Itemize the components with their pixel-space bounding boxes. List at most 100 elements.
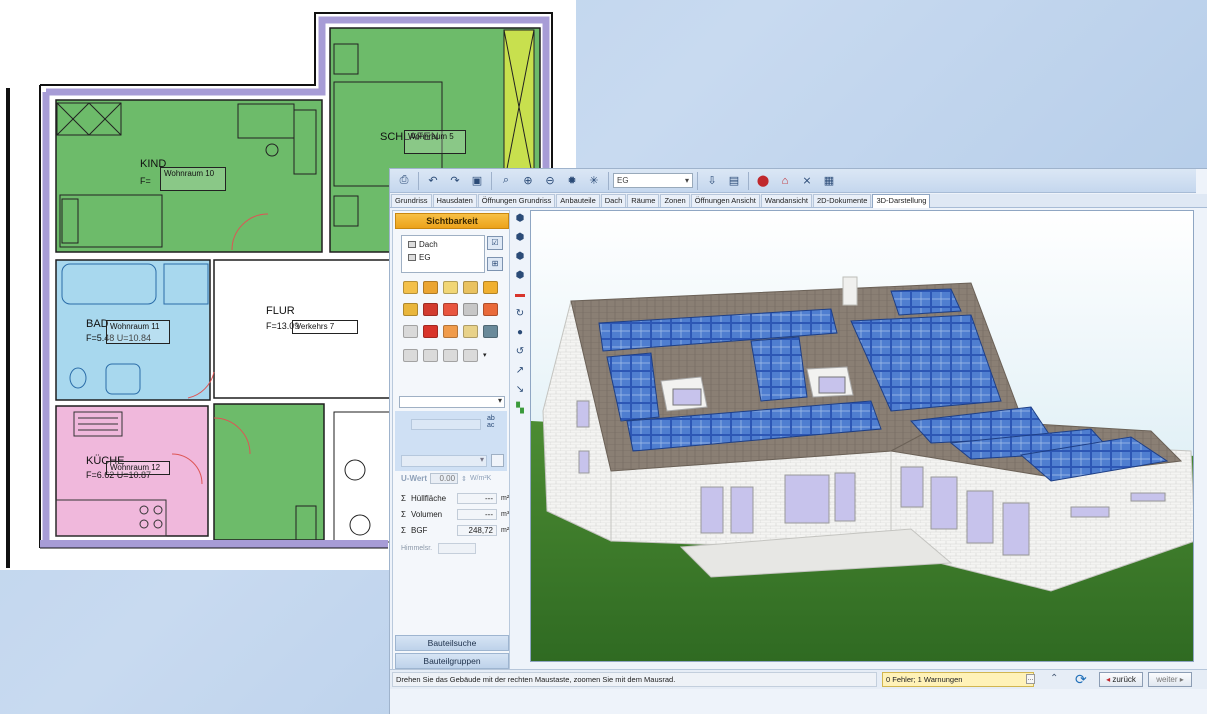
refresh-icon[interactable]: ⟳ xyxy=(1075,671,1087,688)
rotate-back-icon[interactable]: ↺ xyxy=(514,345,527,358)
component-name-field[interactable] xyxy=(411,419,481,430)
box-1-icon[interactable] xyxy=(403,349,418,362)
roof-material-icon[interactable] xyxy=(483,281,498,294)
stop-icon[interactable]: ⬤ xyxy=(753,171,773,191)
sum-bgf: Σ BGF 248,72 m² xyxy=(401,525,509,536)
window-icon[interactable] xyxy=(443,303,458,316)
zoom-out-icon[interactable]: ⊖ xyxy=(540,171,560,191)
cube-view-4-icon[interactable]: ⬢ xyxy=(514,269,527,282)
tab-oeffnungen-grundriss[interactable]: Öffnungen Grundriss xyxy=(477,194,556,207)
sun-icon[interactable]: ✹ xyxy=(562,171,582,191)
sichtbarkeit-button[interactable]: Sichtbarkeit xyxy=(395,213,509,229)
rotate-icon[interactable]: ↻ xyxy=(514,307,527,320)
door-icon[interactable] xyxy=(423,303,438,316)
sigma-icon: Σ xyxy=(401,510,406,519)
tab-anbauteile[interactable]: Anbauteile xyxy=(556,194,600,207)
ac-label: ac xyxy=(487,422,495,429)
ceiling-icon[interactable] xyxy=(463,281,478,294)
stairs-icon[interactable] xyxy=(483,303,498,316)
ab-swap-icon[interactable]: ab ac xyxy=(487,415,495,429)
sigma-icon: Σ xyxy=(401,494,406,503)
tab-grundriss[interactable]: Grundriss xyxy=(391,194,432,207)
room-tag-kind[interactable]: Wohnraum 10 xyxy=(160,167,226,191)
cube-view-1-icon[interactable]: ⬢ xyxy=(514,212,527,225)
level-select[interactable]: EG xyxy=(613,173,693,188)
sum-huellflaeche: Σ Hüllfläche --- m² xyxy=(401,493,509,504)
stop-circle-icon[interactable]: ● xyxy=(514,326,527,339)
opening-icon[interactable] xyxy=(423,325,438,338)
u-wert-stepper-icon[interactable]: ⇕ xyxy=(461,475,467,483)
bauteilsuche-button[interactable]: Bauteilsuche xyxy=(395,635,509,651)
import-icon[interactable]: ⇩ xyxy=(702,171,722,191)
component-dropdown[interactable] xyxy=(399,396,505,408)
terrain-icon[interactable] xyxy=(463,325,478,338)
subtype-dropdown[interactable] xyxy=(401,455,487,467)
view-icon[interactable]: ▣ xyxy=(467,171,487,191)
himmelsrichtung-field[interactable] xyxy=(438,543,477,554)
u-wert-field[interactable]: 0.00 xyxy=(430,473,459,484)
himmelsrichtung-row: Himmelsr. xyxy=(401,543,477,554)
sum-value: 248,72 xyxy=(457,525,497,536)
folder-icon[interactable]: ▤ xyxy=(724,171,744,191)
bauteilgruppen-button[interactable]: Bauteilgruppen xyxy=(395,653,509,669)
wall-inner-icon[interactable] xyxy=(423,281,438,294)
sum-label: BGF xyxy=(411,526,428,535)
messages-expand-button[interactable]: … xyxy=(1026,674,1035,684)
undo-icon[interactable]: ↶ xyxy=(423,171,443,191)
room-area-kind: F= xyxy=(140,176,151,186)
cube-view-2-icon[interactable]: ⬢ xyxy=(514,231,527,244)
check-all-icon[interactable]: ☑ xyxy=(487,236,503,250)
room-tag-kueche[interactable]: Wohnraum 12 xyxy=(106,461,170,475)
balcony-icon[interactable] xyxy=(443,325,458,338)
room-tag-bad[interactable]: Wohnraum 11 xyxy=(106,320,170,344)
tab-2d-dokumente[interactable]: 2D-Dokumente xyxy=(812,194,872,207)
radiator-icon[interactable] xyxy=(463,303,478,316)
app-window: ⎙ ↶ ↷ ▣ ⌕ ⊕ ⊖ ✹ ✳ EG ⇩ ▤ ⬤ ⌂ ⨯ ▦ Grundri… xyxy=(389,168,1207,714)
measure-icon[interactable]: ⨯ xyxy=(797,171,817,191)
box-3-icon[interactable] xyxy=(443,349,458,362)
redo-icon[interactable]: ↷ xyxy=(445,171,465,191)
chevron-down-icon[interactable]: ▾ xyxy=(483,349,487,362)
roof-icon[interactable]: ⌂ xyxy=(775,171,795,191)
material-row-1 xyxy=(403,281,498,294)
layer-item-dach[interactable]: Dach xyxy=(408,240,438,249)
zoom-in-icon[interactable]: ⊕ xyxy=(518,171,538,191)
wall-outer-icon[interactable] xyxy=(403,281,418,294)
u-wert-unit: W/m²K xyxy=(469,475,492,482)
box-2-icon[interactable] xyxy=(423,349,438,362)
tab-dach[interactable]: Dach xyxy=(600,194,627,207)
grid-view-icon[interactable]: ⊞ xyxy=(487,257,503,271)
properties-button[interactable] xyxy=(491,454,504,467)
material-row-3 xyxy=(403,325,498,338)
section-icon[interactable]: ▬ xyxy=(514,288,527,301)
next-button[interactable]: weiter ▸ xyxy=(1148,672,1192,687)
light-icon[interactable]: ✳ xyxy=(584,171,604,191)
tab-3d-darstellung[interactable]: 3D-Darstellung xyxy=(872,194,931,208)
tab-zonen[interactable]: Zonen xyxy=(660,194,690,207)
tab-raeume[interactable]: Räume xyxy=(627,194,660,207)
snapshot-icon[interactable]: ▦ xyxy=(819,171,839,191)
floor-icon[interactable] xyxy=(443,281,458,294)
pv-icon[interactable] xyxy=(483,325,498,338)
room-tag-flur[interactable]: Verkehrs 7 xyxy=(292,320,358,334)
move-up-icon[interactable]: ↗ xyxy=(514,364,527,377)
3d-viewport[interactable] xyxy=(530,210,1194,662)
print-icon[interactable]: ⎙ xyxy=(394,171,414,191)
toolbar: ⎙ ↶ ↷ ▣ ⌕ ⊕ ⊖ ✹ ✳ EG ⇩ ▤ ⬤ ⌂ ⨯ ▦ xyxy=(390,169,1196,193)
move-down-icon[interactable]: ↘ xyxy=(514,383,527,396)
slab-icon[interactable] xyxy=(403,303,418,316)
tab-wandansicht[interactable]: Wandansicht xyxy=(760,194,812,207)
cube-view-3-icon[interactable]: ⬢ xyxy=(514,250,527,263)
tab-hausdaten[interactable]: Hausdaten xyxy=(432,194,477,207)
layer-item-eg[interactable]: EG xyxy=(408,253,431,262)
box-4-icon[interactable] xyxy=(463,349,478,362)
double-chevron-up-icon[interactable]: ⌃ xyxy=(1050,673,1058,684)
zoom-window-icon[interactable]: ⌕ xyxy=(496,171,516,191)
room-tag-schlafen[interactable]: Wohnraum 5 xyxy=(404,130,466,154)
error-warning-field[interactable]: 0 Fehler; 1 Warnungen xyxy=(882,672,1034,687)
back-button[interactable]: ◂ zurück xyxy=(1099,672,1143,687)
layers-icon[interactable]: ▚ xyxy=(514,402,527,415)
column-icon[interactable] xyxy=(403,325,418,338)
tab-oeffnungen-ansicht[interactable]: Öffnungen Ansicht xyxy=(690,194,760,207)
next-arrow-icon: ▸ xyxy=(1177,675,1184,684)
